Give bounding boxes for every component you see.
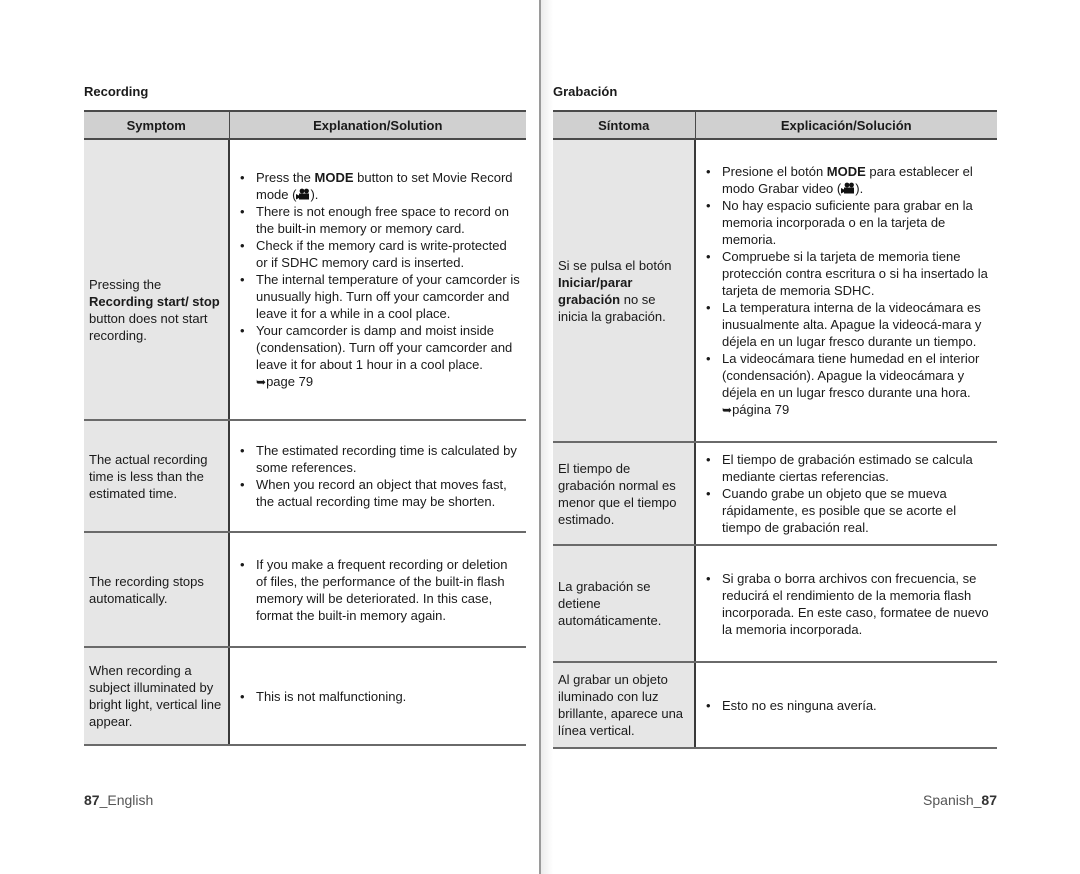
symptom-cell: El tiempo de grabación normal es menor q…	[553, 442, 696, 546]
solution-item: Presione el botón MODE para establecer e…	[706, 163, 991, 197]
symptom-cell: The actual recording time is less than t…	[84, 420, 230, 533]
symptom-text: Si se pulsa el botón	[558, 257, 672, 273]
symptom-text: Pressing the	[89, 276, 162, 292]
solution-list: Presione el botón MODE para establecer e…	[706, 163, 991, 419]
solution-text: Press the	[256, 169, 315, 185]
table-row: When recording a subject illuminated by …	[84, 647, 526, 746]
solution-item: El tiempo de grabación estimado se calcu…	[706, 451, 991, 485]
page-footer: 87_English	[84, 792, 153, 808]
solution-text: ).	[855, 180, 864, 196]
explanation-cell: El tiempo de grabación estimado se calcu…	[695, 442, 997, 546]
solution-item: Cuando grabe un objeto que se mueva rápi…	[706, 485, 991, 536]
table-header-row: Síntoma Explicación/Solución	[553, 110, 997, 140]
table-row: The actual recording time is less than t…	[84, 420, 526, 533]
solution-list: Esto no es ninguna avería.	[706, 697, 991, 714]
explanation-cell: Press the MODE button to set Movie Recor…	[229, 139, 526, 421]
column-header-symptom: Síntoma	[553, 110, 696, 140]
solution-list: This is not malfunctioning.	[240, 688, 520, 705]
symptom-cell: Pressing the Recording start/ stop butto…	[84, 139, 230, 421]
mode-button-label: MODE	[314, 169, 354, 185]
symptom-cell: When recording a subject illuminated by …	[84, 647, 230, 746]
solution-item: When you record an object that moves fas…	[240, 476, 520, 510]
section-title: Recording	[84, 84, 149, 99]
solution-text: Your camcorder is damp and moist inside …	[256, 322, 513, 372]
page-english: Recording Symptom Explanation/Solution P…	[84, 0, 526, 874]
explanation-cell: The estimated recording time is calculat…	[229, 420, 526, 533]
solution-text: ).	[310, 186, 319, 202]
page-spanish: Grabación Síntoma Explicación/Solución S…	[553, 0, 997, 874]
solution-item: Press the MODE button to set Movie Recor…	[240, 169, 520, 203]
page-reference-link[interactable]: page 79	[266, 374, 313, 389]
explanation-cell: Si graba o borra archivos con frecuencia…	[695, 545, 997, 663]
solution-item: Your camcorder is damp and moist inside …	[240, 322, 520, 391]
explanation-cell: If you make a frequent recording or dele…	[229, 532, 526, 648]
solution-item: The estimated recording time is calculat…	[240, 442, 520, 476]
explanation-cell: Presione el botón MODE para establecer e…	[695, 139, 997, 443]
explanation-cell: This is not malfunctioning.	[229, 647, 526, 746]
page-ref-arrow-icon: ➥	[256, 374, 267, 389]
symptom-text: button does not start recording.	[89, 310, 208, 343]
symptom-bold-text: Recording start/ stop	[89, 293, 220, 309]
table-row: Al grabar un objeto iluminado con luz br…	[553, 662, 997, 749]
page-language-label: _English	[99, 792, 154, 808]
page-number: 87	[981, 792, 997, 808]
solution-item: This is not malfunctioning.	[240, 688, 520, 705]
mode-button-label: MODE	[826, 163, 866, 179]
solution-text: Presione el botón	[722, 163, 827, 179]
solution-item: There is not enough free space to record…	[240, 203, 520, 237]
solution-list: Si graba o borra archivos con frecuencia…	[706, 570, 991, 638]
solution-list: El tiempo de grabación estimado se calcu…	[706, 451, 991, 536]
symptom-cell: The recording stops automatically.	[84, 532, 230, 648]
movie-camera-icon	[296, 188, 310, 199]
explanation-cell: Esto no es ninguna avería.	[695, 662, 997, 749]
symptom-cell: La grabación se detiene automáticamente.	[553, 545, 696, 663]
table-row: Pressing the Recording start/ stop butto…	[84, 139, 526, 421]
page-spine-shadow	[541, 0, 553, 874]
solution-text: La videocámara tiene humedad en el inter…	[722, 350, 980, 400]
solution-list: If you make a frequent recording or dele…	[240, 556, 520, 624]
page-language-label: Spanish_	[923, 792, 982, 808]
table-row: Si se pulsa el botón Iniciar/parar graba…	[553, 139, 997, 443]
movie-camera-icon	[841, 182, 855, 193]
solution-item: La temperatura interna de la videocámara…	[706, 299, 991, 350]
solution-item: No hay espacio suficiente para grabar en…	[706, 197, 991, 248]
troubleshooting-table: Síntoma Explicación/Solución Si se pulsa…	[553, 110, 997, 749]
solution-list: Press the MODE button to set Movie Recor…	[240, 169, 520, 391]
table-row: El tiempo de grabación normal es menor q…	[553, 442, 997, 546]
solution-list: The estimated recording time is calculat…	[240, 442, 520, 510]
solution-item: Check if the memory card is write-protec…	[240, 237, 520, 271]
solution-item: The internal temperature of your camcord…	[240, 271, 520, 322]
column-header-explanation: Explanation/Solution	[229, 110, 526, 140]
page-number: 87	[84, 792, 100, 808]
page-ref-arrow-icon: ➥	[722, 402, 733, 417]
column-header-symptom: Symptom	[84, 110, 230, 140]
solution-item: Esto no es ninguna avería.	[706, 697, 991, 714]
page-footer: Spanish_87	[923, 792, 997, 808]
troubleshooting-table: Symptom Explanation/Solution Pressing th…	[84, 110, 526, 746]
page-reference-link[interactable]: página 79	[732, 402, 789, 417]
column-header-explanation: Explicación/Solución	[695, 110, 997, 140]
solution-item: Si graba o borra archivos con frecuencia…	[706, 570, 991, 638]
table-header-row: Symptom Explanation/Solution	[84, 110, 526, 140]
table-row: La grabación se detiene automáticamente.…	[553, 545, 997, 663]
symptom-cell: Al grabar un objeto iluminado con luz br…	[553, 662, 696, 749]
symptom-cell: Si se pulsa el botón Iniciar/parar graba…	[553, 139, 696, 443]
solution-item: If you make a frequent recording or dele…	[240, 556, 520, 624]
solution-item: Compruebe si la tarjeta de memoria tiene…	[706, 248, 991, 299]
table-row: The recording stops automatically. If yo…	[84, 532, 526, 648]
section-title: Grabación	[553, 84, 618, 99]
solution-item: La videocámara tiene humedad en el inter…	[706, 350, 991, 419]
